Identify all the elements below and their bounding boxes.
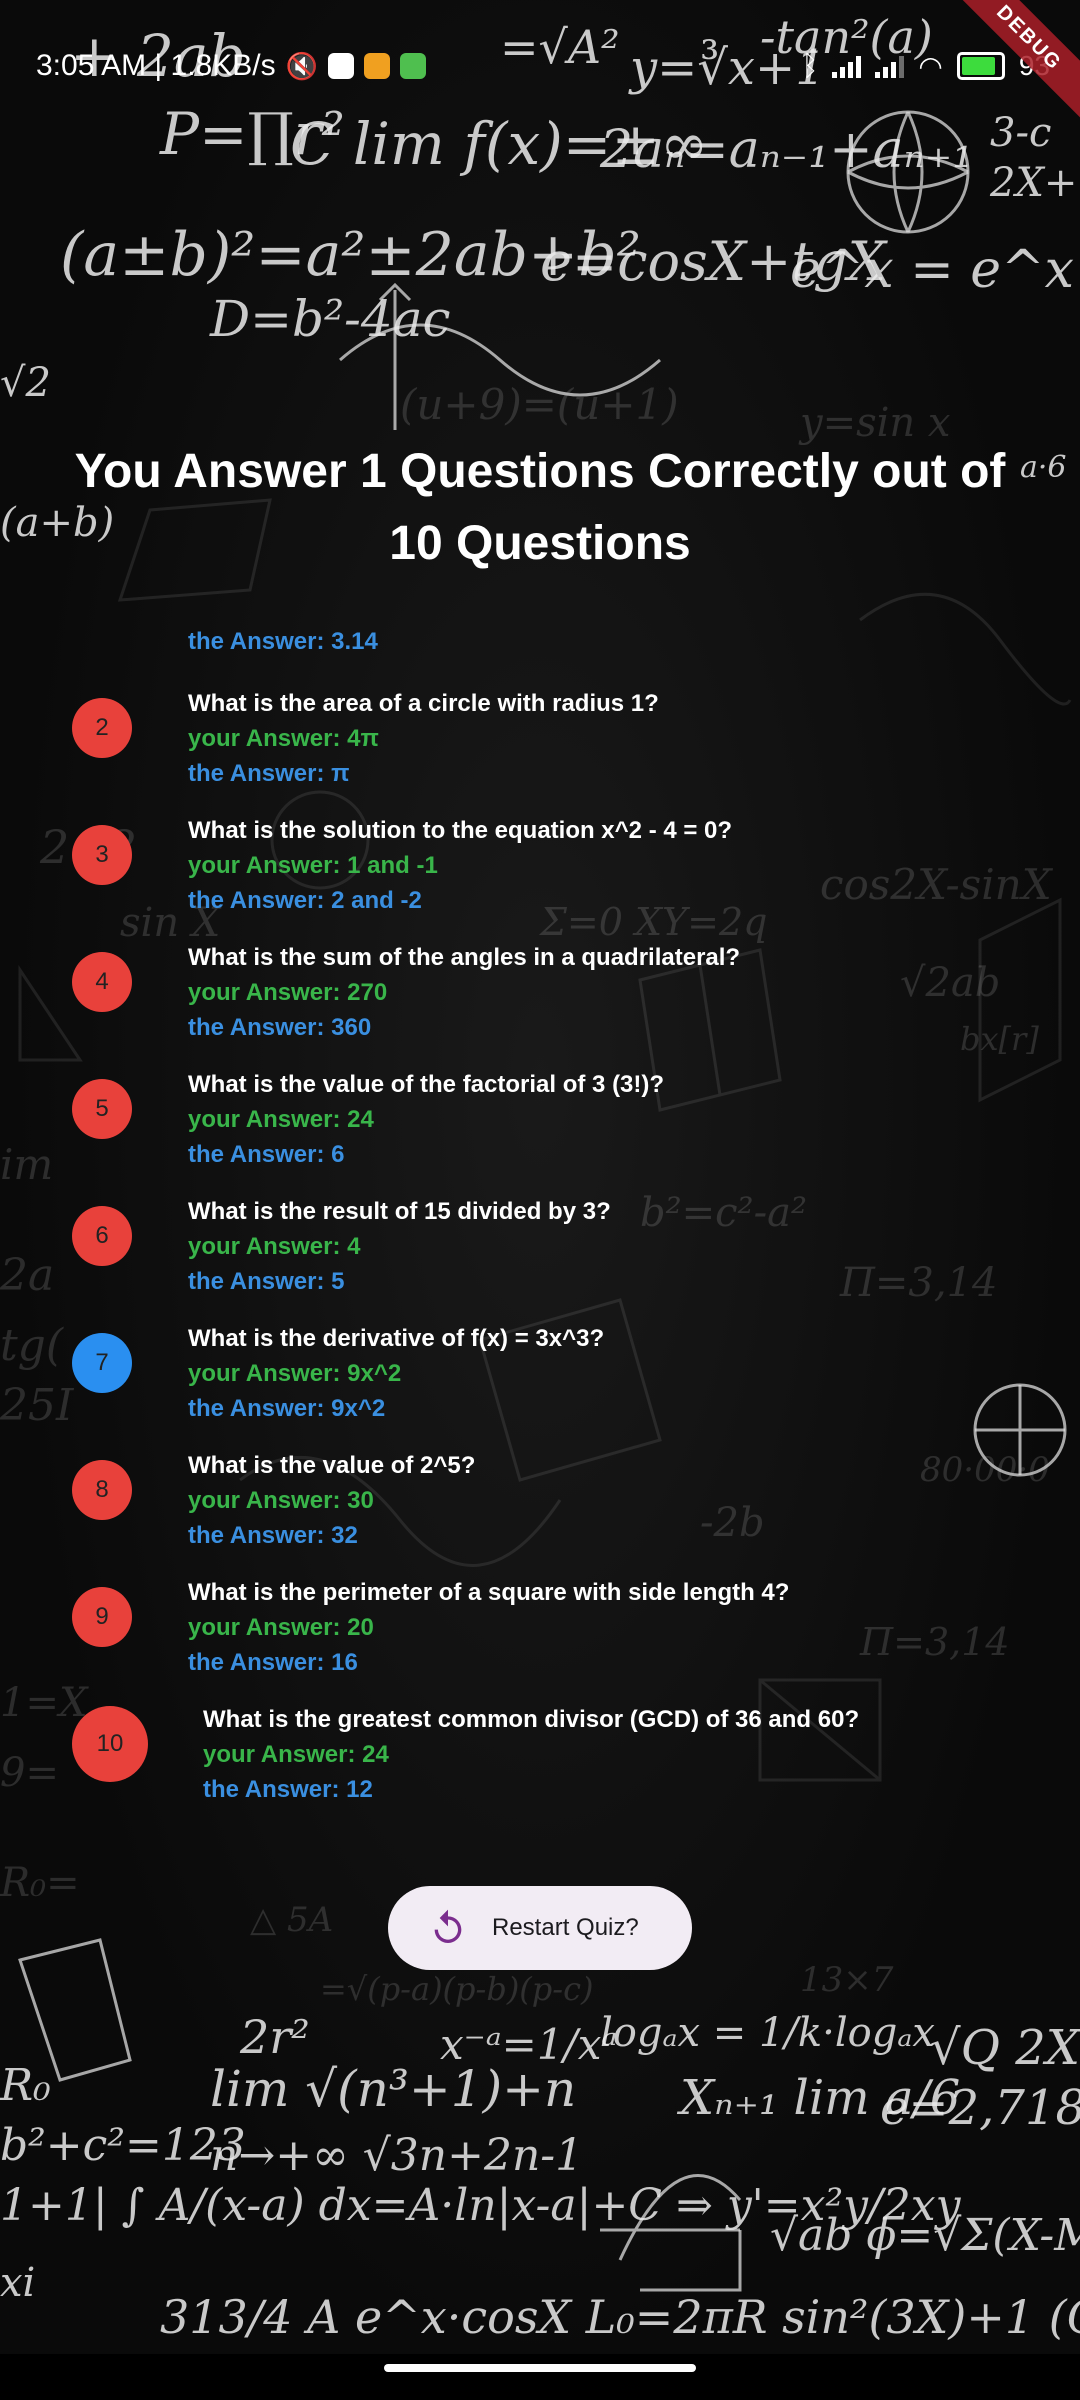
home-indicator[interactable] [384,2364,696,2372]
mute-icon: 🔇 [285,50,318,81]
app-notification-icon [327,53,354,79]
list-item: 6 What is the result of 15 divided by 3?… [0,1136,1080,1295]
list-item: 10 What is the greatest common divisor (… [0,1644,1080,1803]
bluetooth-icon: ᛒ [801,50,819,81]
status-bar: 3:05 AM | 1.8KB/s 🔇 ᛒ ◠ 93 [36,40,1050,92]
your-answer-text: your Answer: 30 [188,1487,374,1514]
your-answer-text: your Answer: 9x^2 [188,1360,402,1387]
question-text: What is the result of 15 divided by 3? [188,1198,611,1225]
list-item: 2 What is the area of a circle with radi… [0,628,1080,787]
question-text: What is the solution to the equation x^2… [188,817,733,844]
question-number-badge: 6 [72,1206,132,1266]
correct-answer-text: the Answer: 12 [203,1776,373,1803]
list-item: 7 What is the derivative of f(x) = 3x^3?… [0,1263,1080,1422]
your-answer-text: your Answer: 20 [188,1614,374,1641]
restart-icon [434,1909,462,1943]
question-number-badge: 2 [72,698,132,758]
question-number-badge: 8 [72,1460,132,1520]
your-answer-text: your Answer: 4 [188,1233,361,1260]
battery-icon [956,52,1005,80]
your-answer-text: your Answer: 24 [203,1741,389,1768]
app-notification-icon [399,53,426,79]
question-text: What is the area of a circle with radius… [188,690,659,717]
list-item: 5 What is the value of the factorial of … [0,1009,1080,1168]
wifi-icon: ◠ [918,50,943,82]
your-answer-text: your Answer: 270 [188,979,388,1006]
question-text: What is the perimeter of a square with s… [188,1579,790,1606]
question-text: What is the derivative of f(x) = 3x^3? [188,1325,605,1352]
time-and-speed: 3:05 AM | 1.8KB/s [36,49,276,82]
your-answer-text: your Answer: 4π [188,725,379,752]
list-item: 9 What is the perimeter of a square with… [0,1517,1080,1676]
result-title: You Answer 1 Questions Correctly out of … [74,445,1006,570]
question-number-badge: 10 [72,1706,148,1782]
question-text: What is the value of the factorial of 3 … [188,1071,665,1098]
signal-icon [875,54,905,78]
app-notification-icon [363,53,390,79]
list-item: 4 What is the sum of the angles in a qua… [0,882,1080,1041]
question-number-badge: 7 [72,1333,132,1393]
navigation-bar [0,2354,1080,2400]
question-number-badge: 9 [72,1587,132,1647]
your-answer-text: your Answer: 24 [188,1106,374,1133]
question-text: What is the value of 2^5? [188,1452,476,1479]
your-answer-text: your Answer: 1 and -1 [188,852,438,879]
status-left: 3:05 AM | 1.8KB/s 🔇 [36,49,426,83]
list-item: 3 What is the solution to the equation x… [0,755,1080,914]
status-right: ᛒ ◠ 93 [802,50,1050,83]
question-number-badge: 5 [72,1079,132,1139]
question-number-badge: 3 [72,825,132,885]
question-text: What is the greatest common divisor (GCD… [203,1706,860,1733]
question-number-badge: 4 [72,952,132,1012]
list-item: 8 What is the value of 2^5? your Answer:… [0,1390,1080,1549]
restart-quiz-button[interactable]: Restart Quiz? [388,1886,692,1970]
restart-quiz-label: Restart Quiz? [492,1914,639,1941]
signal-icon [832,54,862,78]
question-text: What is the sum of the angles in a quadr… [188,944,741,971]
